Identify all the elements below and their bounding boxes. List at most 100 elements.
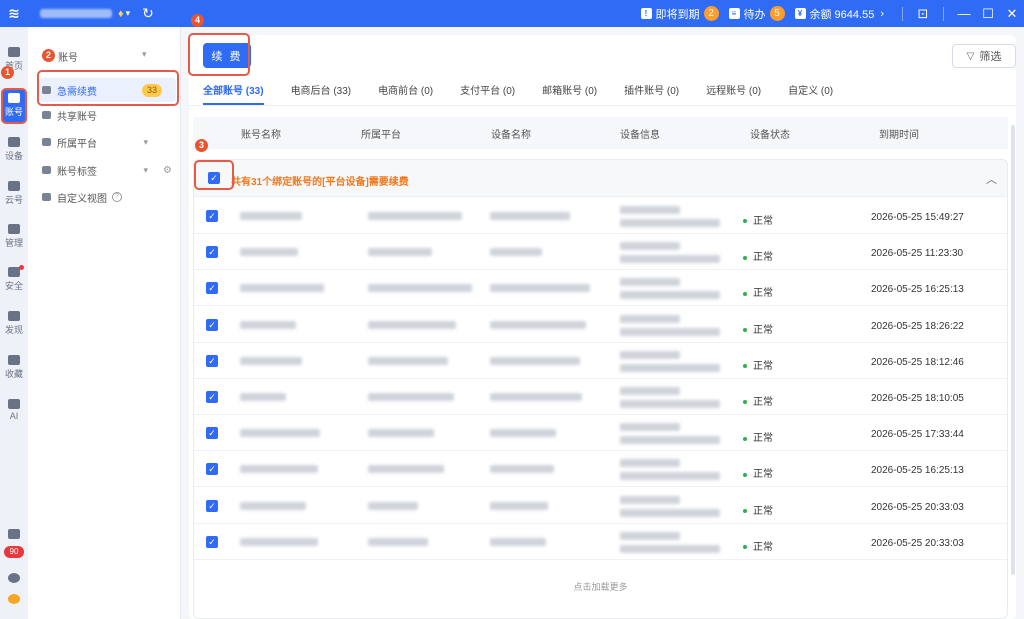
nav-item-shared[interactable]: 共享账号 bbox=[38, 103, 176, 127]
table-row[interactable]: ✓ 正常 2026-05-25 20:33:03 bbox=[194, 488, 1007, 524]
status-badge: 正常 bbox=[743, 465, 773, 480]
expire-time: 2026-05-25 20:33:03 bbox=[871, 501, 964, 513]
tab-ecom-frontend[interactable]: 电商前台 (0) bbox=[378, 83, 433, 105]
tab-plugin[interactable]: 插件账号 (0) bbox=[624, 83, 679, 105]
rail-support[interactable] bbox=[0, 594, 28, 606]
account-icon bbox=[8, 93, 20, 103]
nav-item-tags[interactable]: 账号标签 ▾ ⚙ bbox=[38, 158, 176, 182]
help-icon[interactable]: ? bbox=[112, 192, 122, 202]
expire-time: 2026-05-25 18:26:22 bbox=[871, 320, 964, 332]
todo-pill[interactable]: ≡ 待办 5 bbox=[728, 6, 785, 22]
table-row[interactable]: ✓ 正常 2026-05-25 16:25:13 bbox=[194, 451, 1007, 488]
nav-item-platform[interactable]: 所属平台 ▾ bbox=[38, 130, 176, 154]
balance-pill[interactable]: ¥ 余额 9644.55 › bbox=[794, 6, 884, 22]
tab-payment[interactable]: 支付平台 (0) bbox=[460, 83, 515, 105]
tab-custom[interactable]: 自定义 (0) bbox=[788, 83, 833, 105]
expire-time: 2026-05-25 18:10:05 bbox=[871, 393, 964, 404]
table-row[interactable]: ✓ 正常 2026-05-25 18:12:46 bbox=[194, 343, 1007, 379]
status-text: 正常 bbox=[753, 288, 773, 300]
expire-time: 2026-05-25 17:33:44 bbox=[871, 429, 964, 441]
platform-blurred bbox=[368, 356, 448, 365]
row-checkbox[interactable]: ✓ bbox=[206, 427, 218, 440]
row-checkbox[interactable]: ✓ bbox=[206, 210, 218, 222]
minimize-icon[interactable]: — bbox=[952, 6, 976, 21]
group-title: 共有31个绑定账号的[平台设备]需要续费 bbox=[231, 177, 409, 188]
rail-device[interactable]: 设备 bbox=[0, 137, 28, 162]
maximize-icon[interactable]: ☐ bbox=[976, 6, 1000, 22]
nav-item-label: 所属平台 bbox=[57, 138, 97, 150]
gear-icon[interactable]: ⚙ bbox=[163, 165, 172, 176]
rail-discover[interactable]: 发现 bbox=[0, 311, 28, 336]
nav-item-count: 33 bbox=[141, 83, 162, 97]
renew-button[interactable]: 续 费 bbox=[203, 43, 251, 68]
table-row[interactable]: ✓ 正常 2026-05-25 20:33:03 bbox=[194, 524, 1007, 560]
row-checkbox[interactable]: ✓ bbox=[206, 354, 218, 367]
rail-settings[interactable] bbox=[0, 573, 28, 585]
platform-blurred bbox=[368, 212, 462, 220]
rail-account[interactable]: 账号 bbox=[2, 89, 26, 123]
row-checkbox[interactable]: ✓ bbox=[206, 499, 218, 512]
status-text: 正常 bbox=[753, 433, 773, 445]
rail-ai[interactable]: AI bbox=[0, 399, 28, 421]
tab-ecom-backend[interactable]: 电商后台 (33) bbox=[291, 83, 352, 105]
app-logo-icon: ≋ bbox=[8, 5, 20, 21]
nav-item-custom-view[interactable]: 自定义视图 ? bbox=[38, 185, 176, 209]
divider bbox=[902, 6, 903, 21]
tab-email[interactable]: 邮箱账号 (0) bbox=[542, 83, 597, 105]
table-row[interactable]: ✓ 正常 2026-05-25 18:10:05 bbox=[194, 379, 1007, 415]
load-more-link[interactable]: 点击加载更多 bbox=[194, 580, 1007, 593]
col-account-name: 账号名称 bbox=[241, 129, 281, 141]
expiring-count: 2 bbox=[703, 6, 719, 21]
status-dot bbox=[743, 255, 747, 260]
row-checkbox[interactable]: ✓ bbox=[206, 318, 218, 331]
account-name-blurred[interactable] bbox=[40, 9, 112, 18]
status-text: 正常 bbox=[753, 360, 773, 372]
filter-button[interactable]: ▽ 筛选 bbox=[952, 44, 1016, 68]
status-badge: 正常 bbox=[743, 429, 773, 444]
row-checkbox[interactable]: ✓ bbox=[206, 282, 218, 295]
pin-icon[interactable]: ⊡ bbox=[911, 6, 935, 22]
tab-remote[interactable]: 远程账号 (0) bbox=[706, 83, 761, 105]
chevron-down-icon[interactable]: ▾ bbox=[126, 8, 131, 19]
rail-favorites[interactable]: 收藏 bbox=[0, 355, 28, 380]
filter-icon: ▽ bbox=[966, 50, 975, 62]
status-dot bbox=[743, 364, 747, 369]
table-row[interactable]: ✓ 正常 2026-05-25 11:23:30 bbox=[194, 234, 1007, 271]
tab-all[interactable]: 全部账号 (33) bbox=[203, 83, 264, 105]
step-marker: 1 bbox=[1, 66, 14, 79]
device-ip-blurred bbox=[620, 278, 680, 287]
expiring-pill[interactable]: ! 即将到期 2 bbox=[640, 6, 719, 22]
rail-cloud[interactable]: 云号 bbox=[0, 181, 28, 206]
device-icon bbox=[8, 137, 20, 147]
refresh-icon[interactable]: ↻ bbox=[142, 5, 154, 22]
robot-icon bbox=[8, 399, 20, 409]
row-checkbox[interactable]: ✓ bbox=[206, 246, 218, 259]
step-marker: 2 bbox=[42, 49, 55, 62]
nav-item-label: 自定义视图 bbox=[57, 193, 107, 205]
rail-security[interactable]: 安全 bbox=[0, 267, 28, 292]
rail-pin[interactable] bbox=[0, 529, 28, 541]
close-icon[interactable]: ✕ bbox=[1000, 6, 1024, 22]
scrollbar[interactable] bbox=[1011, 125, 1015, 575]
nav-item-urgent-renew[interactable]: 急需续费 33 bbox=[38, 78, 176, 102]
table-row[interactable]: ✓ 正常 2026-05-25 17:33:44 bbox=[194, 415, 1007, 452]
device-name-blurred bbox=[490, 356, 580, 365]
rail-label: 收藏 bbox=[4, 369, 23, 379]
table-row[interactable]: ✓ 正常 2026-05-25 18:26:22 bbox=[194, 307, 1007, 343]
row-checkbox[interactable]: ✓ bbox=[206, 463, 218, 476]
group-checkbox[interactable]: ✓ bbox=[208, 172, 220, 184]
category-tabs: 全部账号 (33) 电商后台 (33) 电商前台 (0) 支付平台 (0) 邮箱… bbox=[203, 83, 860, 105]
support-icon bbox=[8, 594, 20, 604]
row-checkbox[interactable]: ✓ bbox=[206, 391, 218, 403]
device-info-blurred bbox=[620, 436, 720, 445]
rail-label: 管理 bbox=[4, 238, 23, 248]
table-row[interactable]: ✓ 正常 2026-05-25 15:49:27 bbox=[194, 198, 1007, 234]
device-ip-blurred bbox=[620, 350, 680, 359]
chevron-up-icon[interactable]: ︿ bbox=[986, 171, 997, 187]
rail-manage[interactable]: 管理 bbox=[0, 224, 28, 249]
chevron-down-icon[interactable]: ▾ bbox=[142, 49, 147, 60]
shield-icon bbox=[8, 267, 20, 277]
table-row[interactable]: ✓ 正常 2026-05-25 16:25:13 bbox=[194, 270, 1007, 307]
group-header[interactable]: ✓ 共有31个绑定账号的[平台设备]需要续费 ︿ bbox=[194, 160, 1007, 197]
row-checkbox[interactable]: ✓ bbox=[206, 535, 218, 548]
